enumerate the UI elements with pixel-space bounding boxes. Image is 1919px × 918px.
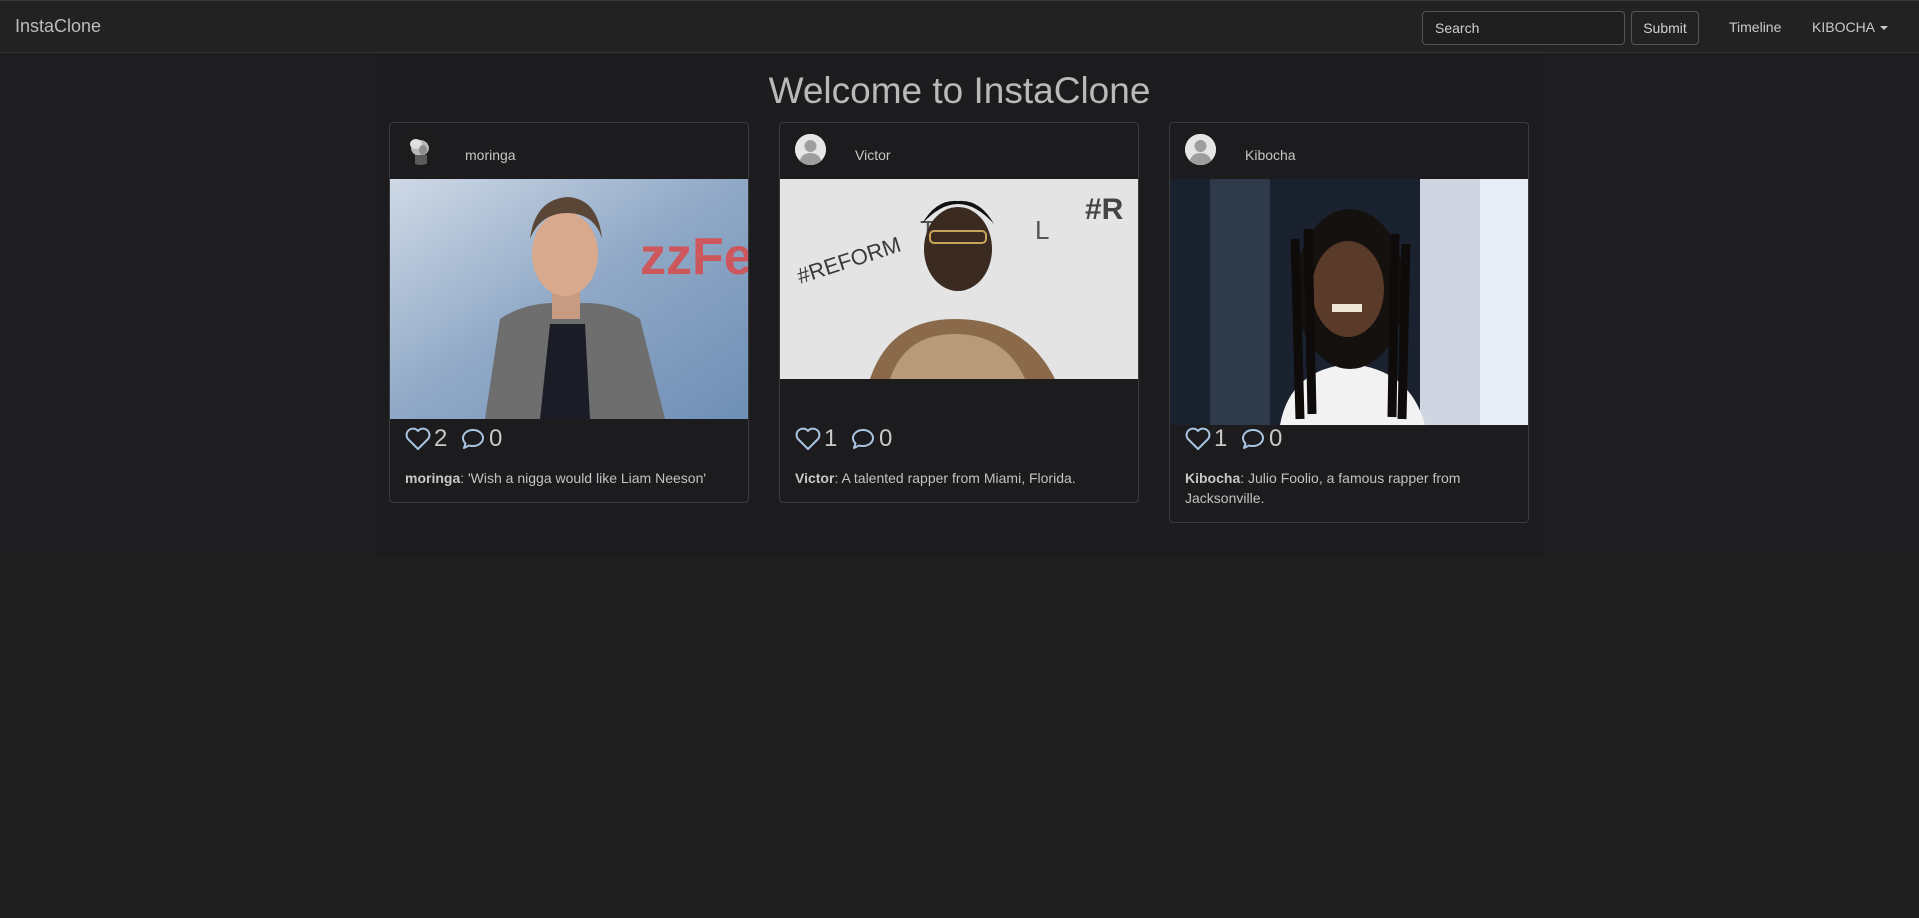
caption-author[interactable]: Victor — [795, 470, 834, 486]
post-card: moringa zzFee 2 0 moringa: 'Wish a n — [389, 122, 749, 503]
submit-button[interactable]: Submit — [1631, 11, 1699, 45]
svg-text:zzFee: zzFee — [640, 228, 748, 286]
post-header: moringa — [390, 123, 748, 179]
search-input[interactable] — [1422, 11, 1625, 45]
post-username[interactable]: Kibocha — [1245, 147, 1296, 163]
comment-count: 0 — [879, 425, 893, 452]
post-photo[interactable]: #REFORM #R T L — [780, 179, 1138, 419]
like-button[interactable]: 1 — [795, 425, 837, 453]
user-menu-dropdown[interactable]: KIBOCHA — [1812, 19, 1889, 35]
post-card: Kibocha 1 0 Kibocha: Julio Foolio, a fam… — [1169, 122, 1529, 523]
timeline-link[interactable]: Timeline — [1729, 19, 1781, 35]
post-header: Kibocha — [1170, 123, 1528, 179]
post-actions: 2 0 — [390, 419, 748, 459]
brand-link[interactable]: InstaClone — [15, 16, 101, 37]
post-caption: moringa: 'Wish a nigga would like Liam N… — [390, 459, 748, 502]
comment-count: 0 — [489, 425, 503, 452]
caption-text: : 'Wish a nigga would like Liam Neeson' — [460, 470, 707, 486]
post-username[interactable]: moringa — [465, 147, 516, 163]
post-caption: Victor: A talented rapper from Miami, Fl… — [780, 459, 1138, 502]
post-actions: 1 0 — [780, 419, 1138, 459]
caret-down-icon — [1880, 26, 1889, 31]
comment-button[interactable]: 0 — [850, 425, 892, 453]
like-count: 2 — [434, 425, 448, 452]
caption-author[interactable]: Kibocha — [1185, 470, 1240, 486]
like-count: 1 — [824, 425, 838, 452]
page-title: Welcome to InstaClone — [768, 70, 1151, 111]
comment-count: 0 — [1269, 425, 1283, 452]
heart-icon — [405, 427, 431, 450]
heart-icon — [1185, 427, 1211, 450]
heart-icon — [795, 427, 821, 450]
comment-button[interactable]: 0 — [460, 425, 502, 453]
comment-icon — [462, 429, 484, 449]
post-photo[interactable] — [1170, 179, 1528, 425]
avatar[interactable] — [1185, 134, 1216, 165]
like-count: 1 — [1214, 425, 1228, 452]
post-header: Victor — [780, 123, 1138, 179]
caption-author[interactable]: moringa — [405, 470, 460, 486]
avatar[interactable] — [795, 134, 826, 165]
user-menu-label: KIBOCHA — [1812, 19, 1876, 35]
post-card: Victor #REFORM #R T L 1 0 Victor: A tale… — [779, 122, 1139, 503]
like-button[interactable]: 1 — [1185, 425, 1227, 453]
comment-icon — [852, 429, 874, 449]
post-actions: 1 0 — [1170, 425, 1528, 459]
post-username[interactable]: Victor — [855, 147, 891, 163]
comment-button[interactable]: 0 — [1240, 425, 1282, 453]
caption-text: : A talented rapper from Miami, Florida. — [834, 470, 1076, 486]
comment-icon — [1242, 429, 1264, 449]
post-photo[interactable]: zzFee — [390, 179, 748, 419]
navbar: InstaClone Submit Timeline KIBOCHA — [0, 0, 1919, 53]
like-button[interactable]: 2 — [405, 425, 447, 453]
svg-text:#R: #R — [1085, 193, 1124, 226]
avatar[interactable] — [405, 134, 436, 165]
svg-text:L: L — [1035, 215, 1049, 245]
post-caption: Kibocha: Julio Foolio, a famous rapper f… — [1170, 459, 1528, 522]
